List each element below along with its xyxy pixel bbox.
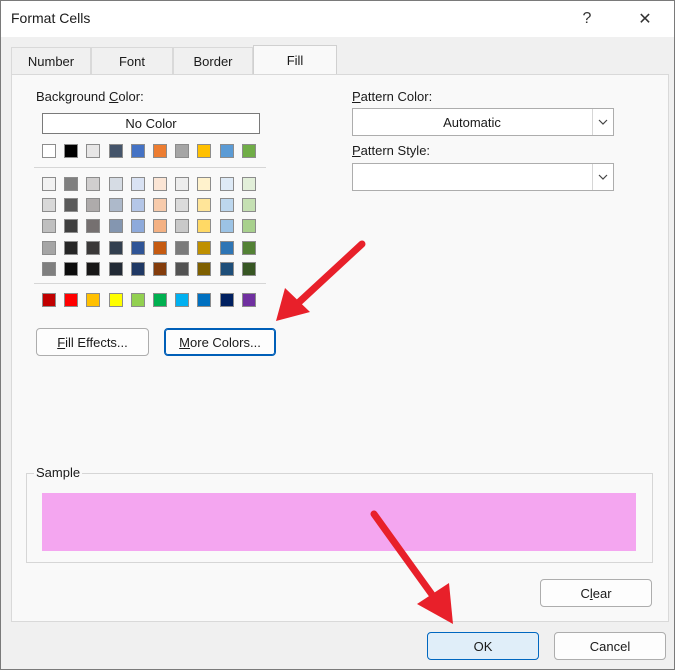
theme-tint-swatch[interactable] (86, 219, 101, 234)
theme-tint-swatch[interactable] (219, 177, 234, 191)
theme-tint-swatch[interactable] (197, 240, 212, 255)
tab-font[interactable]: Font (91, 47, 173, 74)
tab-border[interactable]: Border (173, 47, 253, 74)
theme-tint-swatch[interactable] (175, 240, 190, 255)
theme-tint-swatch[interactable] (108, 177, 123, 191)
theme-tint-swatch[interactable] (197, 177, 212, 191)
standard-color-swatch[interactable] (64, 293, 79, 307)
standard-color-swatch[interactable] (219, 293, 234, 307)
chevron-down-icon (592, 109, 613, 135)
theme-tint-swatch[interactable] (241, 177, 256, 191)
pattern-color-label: Pattern Color: (352, 89, 433, 104)
chevron-down-icon (592, 164, 613, 190)
standard-color-swatch[interactable] (86, 293, 101, 307)
theme-tint-swatch[interactable] (42, 240, 56, 255)
format-cells-dialog: Format Cells ? ✕ Number Font Border Fill… (0, 0, 675, 670)
pattern-color-dropdown[interactable]: Automatic (352, 108, 614, 136)
tab-fill[interactable]: Fill (253, 45, 337, 74)
theme-color-swatch[interactable] (108, 144, 123, 158)
sample-label: Sample (34, 465, 83, 480)
theme-tint-swatch[interactable] (86, 177, 101, 191)
dialog-title: Format Cells (11, 10, 91, 26)
fill-tab-panel: Background Color: No Color Fill Effects.… (11, 74, 669, 622)
pattern-style-dropdown[interactable] (352, 163, 614, 191)
theme-tint-swatch[interactable] (42, 177, 56, 191)
theme-tint-swatch[interactable] (64, 219, 79, 234)
theme-tint-swatch[interactable] (153, 198, 167, 213)
theme-tint-swatch[interactable] (42, 219, 56, 234)
theme-tint-swatch[interactable] (64, 240, 79, 255)
pattern-style-label: Pattern Style: (352, 143, 431, 158)
theme-tint-swatch[interactable] (153, 261, 167, 276)
theme-tint-swatch[interactable] (219, 198, 234, 213)
tab-number[interactable]: Number (11, 47, 91, 74)
pattern-color-value: Automatic (443, 114, 501, 130)
pattern-style-value (353, 164, 591, 190)
theme-color-swatch[interactable] (130, 144, 145, 158)
theme-tint-swatch[interactable] (175, 261, 190, 276)
theme-color-swatch[interactable] (153, 144, 167, 158)
theme-tint-swatch[interactable] (130, 177, 145, 191)
theme-color-swatch[interactable] (197, 144, 212, 158)
theme-tint-swatch[interactable] (130, 240, 145, 255)
theme-tint-swatch[interactable] (86, 198, 101, 213)
theme-tint-swatch[interactable] (153, 219, 167, 234)
ok-button[interactable]: OK (427, 632, 539, 660)
theme-tint-swatch[interactable] (219, 219, 234, 234)
theme-tint-swatch[interactable] (64, 198, 79, 213)
no-color-button[interactable]: No Color (42, 113, 260, 134)
theme-tint-swatch[interactable] (175, 219, 190, 234)
theme-tint-swatch[interactable] (42, 261, 56, 276)
theme-color-swatch[interactable] (86, 144, 101, 158)
theme-tint-swatch[interactable] (219, 240, 234, 255)
theme-color-swatch[interactable] (64, 144, 79, 158)
palette-divider (34, 283, 266, 284)
theme-tint-swatch[interactable] (130, 198, 145, 213)
theme-tint-swatch[interactable] (108, 240, 123, 255)
standard-color-swatch[interactable] (42, 293, 56, 307)
theme-tint-swatch[interactable] (175, 177, 190, 191)
theme-tint-swatch[interactable] (108, 261, 123, 276)
theme-tint-swatch[interactable] (86, 240, 101, 255)
theme-color-swatch[interactable] (42, 144, 56, 158)
theme-tint-swatch[interactable] (241, 198, 256, 213)
theme-tint-swatch[interactable] (197, 261, 212, 276)
theme-color-swatch[interactable] (219, 144, 234, 158)
theme-tint-swatch[interactable] (153, 240, 167, 255)
theme-tint-swatch[interactable] (219, 261, 234, 276)
standard-color-swatch[interactable] (241, 293, 256, 307)
title-bar: Format Cells ? ✕ (1, 1, 674, 37)
fill-effects-button[interactable]: Fill Effects... (36, 328, 149, 356)
help-button[interactable]: ? (567, 1, 607, 37)
theme-color-swatch[interactable] (241, 144, 256, 158)
standard-color-swatch[interactable] (130, 293, 145, 307)
theme-tint-swatch[interactable] (108, 198, 123, 213)
theme-tint-swatch[interactable] (86, 261, 101, 276)
standard-color-swatch[interactable] (108, 293, 123, 307)
theme-tint-swatch[interactable] (64, 177, 79, 191)
clear-button[interactable]: Cl ear (540, 579, 652, 607)
more-colors-button[interactable]: More Colors... (164, 328, 276, 356)
theme-tint-swatch[interactable] (153, 177, 167, 191)
theme-tint-swatch[interactable] (197, 219, 212, 234)
close-button[interactable]: ✕ (625, 1, 665, 37)
theme-tint-swatch[interactable] (64, 261, 79, 276)
theme-color-swatch[interactable] (175, 144, 190, 158)
theme-tint-swatch[interactable] (108, 219, 123, 234)
theme-tint-swatch[interactable] (175, 198, 190, 213)
theme-tint-swatch[interactable] (241, 261, 256, 276)
theme-tint-swatch[interactable] (130, 219, 145, 234)
standard-color-swatch[interactable] (175, 293, 190, 307)
theme-tint-swatch[interactable] (241, 219, 256, 234)
background-color-label: Background Color: (36, 89, 144, 104)
standard-color-swatch[interactable] (153, 293, 167, 307)
theme-tint-swatch[interactable] (241, 240, 256, 255)
theme-tint-swatch[interactable] (197, 198, 212, 213)
theme-tint-swatch[interactable] (42, 198, 56, 213)
cancel-button[interactable]: Cancel (554, 632, 666, 660)
standard-color-swatch[interactable] (197, 293, 212, 307)
palette-divider (34, 167, 266, 168)
theme-tint-swatch[interactable] (130, 261, 145, 276)
sample-preview (42, 493, 636, 551)
